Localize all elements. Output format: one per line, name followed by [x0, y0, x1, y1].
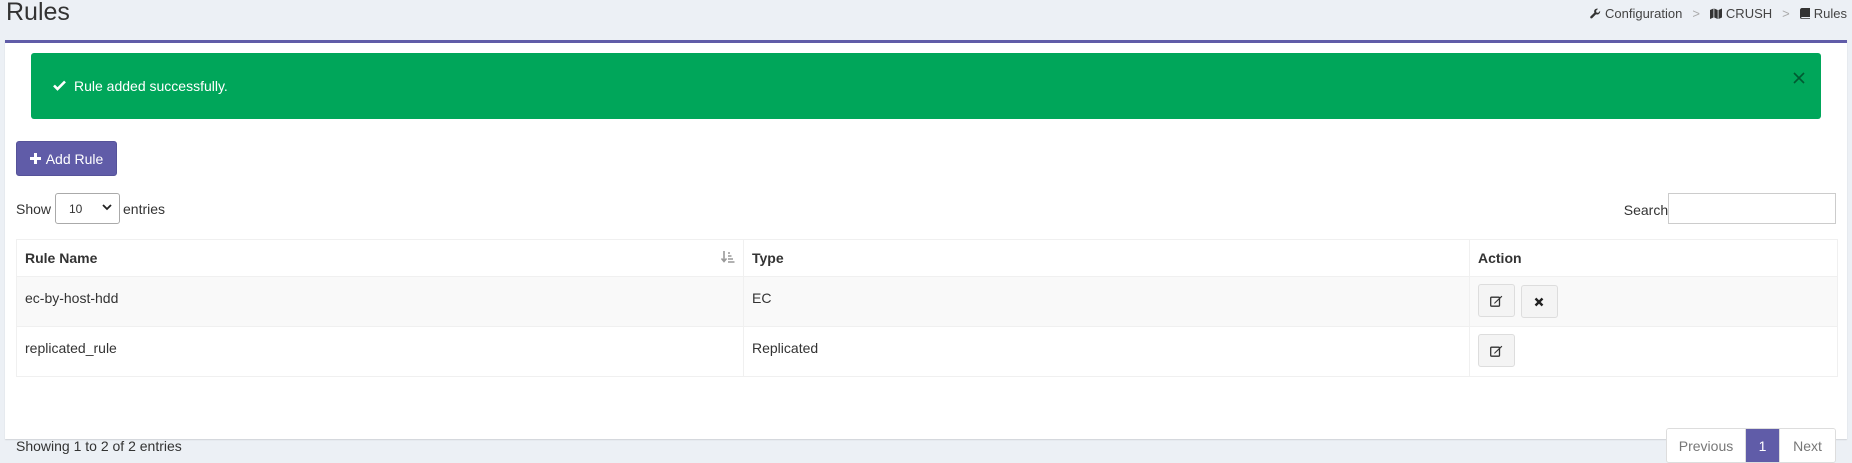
breadcrumb-separator: > — [1782, 6, 1790, 21]
page-title: Rules — [6, 0, 70, 26]
column-label: Action — [1478, 250, 1522, 266]
column-header-rule-name[interactable]: Rule Name — [16, 239, 744, 277]
close-icon[interactable] — [1791, 70, 1807, 86]
rules-box: Rule added successfully. Add Rule Show 1… — [5, 40, 1847, 463]
breadcrumb-configuration[interactable]: Configuration — [1590, 6, 1682, 21]
wrench-icon — [1590, 8, 1601, 19]
rule-action-cell — [1469, 326, 1838, 377]
show-label: Show — [16, 201, 52, 217]
search-input[interactable] — [1668, 193, 1836, 224]
column-label: Rule Name — [25, 250, 98, 266]
plus-icon — [29, 153, 41, 164]
delete-icon — [1535, 297, 1544, 306]
table-row: ec-by-host-hdd EC — [16, 276, 1838, 327]
entries-select-value: 10 — [69, 201, 83, 216]
delete-rule-button[interactable] — [1520, 285, 1558, 318]
table-header-row: Rule Name Type Action — [16, 239, 1838, 277]
breadcrumb-label: Rules — [1813, 6, 1847, 21]
rule-name-cell: ec-by-host-hdd — [16, 276, 744, 327]
success-alert: Rule added successfully. — [31, 53, 1821, 119]
add-rule-label: Add Rule — [45, 150, 104, 167]
chevron-down-icon — [102, 204, 112, 211]
rule-action-cell — [1469, 276, 1838, 327]
entries-label: entries — [123, 201, 166, 217]
table-row: replicated_rule Replicated — [16, 326, 1838, 377]
rule-type-cell: Replicated — [743, 326, 1470, 377]
breadcrumb-rules[interactable]: Rules — [1799, 6, 1847, 21]
breadcrumb: Configuration > CRUSH > Rules — [1590, 6, 1847, 21]
add-rule-button[interactable]: Add Rule — [16, 141, 117, 176]
sort-ascending-icon[interactable] — [721, 251, 735, 264]
rule-name-cell: replicated_rule — [16, 326, 744, 377]
column-label: Type — [752, 250, 784, 266]
breadcrumb-crush[interactable]: CRUSH — [1709, 6, 1773, 21]
page-1-button[interactable]: 1 — [1745, 429, 1779, 462]
edit-icon — [1490, 295, 1503, 307]
next-page-button[interactable]: Next — [1779, 429, 1835, 462]
pagination: Previous 1 Next — [1666, 428, 1836, 463]
book-icon — [1799, 8, 1810, 19]
page-header: Rules Configuration > CRUSH > Rules — [0, 0, 1852, 40]
previous-page-button[interactable]: Previous — [1667, 429, 1745, 462]
edit-rule-button[interactable] — [1478, 284, 1515, 317]
edit-rule-button[interactable] — [1478, 334, 1515, 367]
edit-icon — [1490, 345, 1503, 357]
rule-type-cell: EC — [743, 276, 1470, 327]
search-label: Search: — [1623, 202, 1672, 218]
entries-per-page-select[interactable]: 10 — [55, 193, 120, 224]
check-icon — [53, 80, 66, 91]
rules-table: Rule Name Type Action ec-by-host-hdd EC — [16, 239, 1838, 377]
breadcrumb-label: Configuration — [1605, 6, 1683, 21]
column-header-type[interactable]: Type — [743, 239, 1470, 277]
table-info: Showing 1 to 2 of 2 entries — [16, 438, 182, 454]
breadcrumb-label: CRUSH — [1725, 6, 1773, 21]
alert-message: Rule added successfully. — [74, 78, 228, 94]
breadcrumb-separator: > — [1692, 6, 1700, 21]
column-header-action: Action — [1469, 239, 1838, 277]
map-icon — [1709, 8, 1722, 19]
